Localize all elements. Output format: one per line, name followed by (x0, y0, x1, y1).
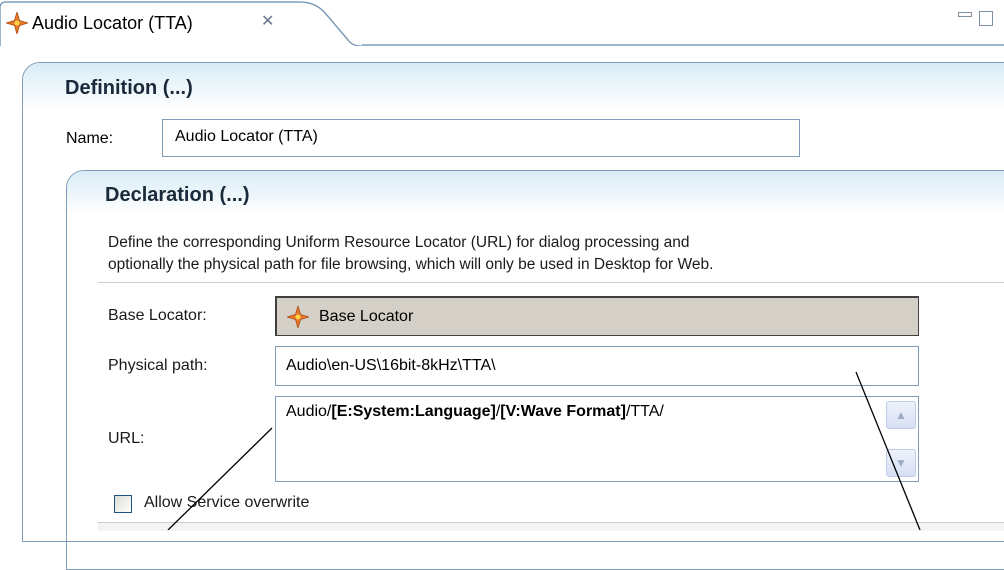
editor-tab-bar: Audio Locator (TTA) ✕ (0, 0, 1004, 46)
url-value: Audio/[E:System:Language]/[V:Wave Format… (286, 403, 664, 420)
declaration-description: Define the corresponding Uniform Resourc… (108, 232, 988, 276)
allow-overwrite-checkbox[interactable] (114, 495, 132, 513)
name-input[interactable]: Audio Locator (TTA) (162, 119, 800, 157)
description-line-2: optionally the physical path for file br… (108, 256, 714, 273)
scroll-down-icon[interactable]: ▼ (886, 449, 916, 477)
physical-path-label: Physical path: (108, 357, 208, 374)
url-scrollbar[interactable]: ▲ ▼ (886, 399, 916, 479)
definition-header[interactable]: Definition (...) (23, 63, 1004, 109)
allow-overwrite-label[interactable]: Allow Service overwrite (144, 494, 309, 512)
declaration-header[interactable]: Declaration (...) (67, 171, 1004, 215)
scroll-up-icon[interactable]: ▲ (886, 401, 916, 429)
divider (98, 282, 1004, 283)
maximize-icon[interactable] (979, 11, 993, 26)
locator-compass-icon (287, 306, 309, 328)
definition-title[interactable]: Definition (...) (65, 77, 193, 100)
name-label: Name: (66, 130, 114, 147)
locator-compass-icon (6, 12, 28, 34)
base-locator-label: Base Locator: (108, 307, 207, 324)
url-textarea[interactable]: Audio/[E:System:Language]/[V:Wave Format… (275, 396, 919, 482)
tab-title: Audio Locator (TTA) (32, 13, 193, 33)
physical-path-value: Audio\en-US\16bit-8kHz\TTA\ (286, 357, 496, 374)
physical-path-input[interactable]: Audio\en-US\16bit-8kHz\TTA\ (275, 346, 919, 386)
close-tab-icon[interactable]: ✕ (261, 12, 274, 32)
declaration-title[interactable]: Declaration (...) (105, 184, 249, 207)
minimize-icon[interactable] (958, 12, 972, 17)
url-label: URL: (108, 430, 145, 447)
base-locator-field[interactable]: Base Locator (275, 296, 919, 336)
base-locator-value: Base Locator (319, 308, 414, 325)
description-line-1: Define the corresponding Uniform Resourc… (108, 234, 690, 251)
